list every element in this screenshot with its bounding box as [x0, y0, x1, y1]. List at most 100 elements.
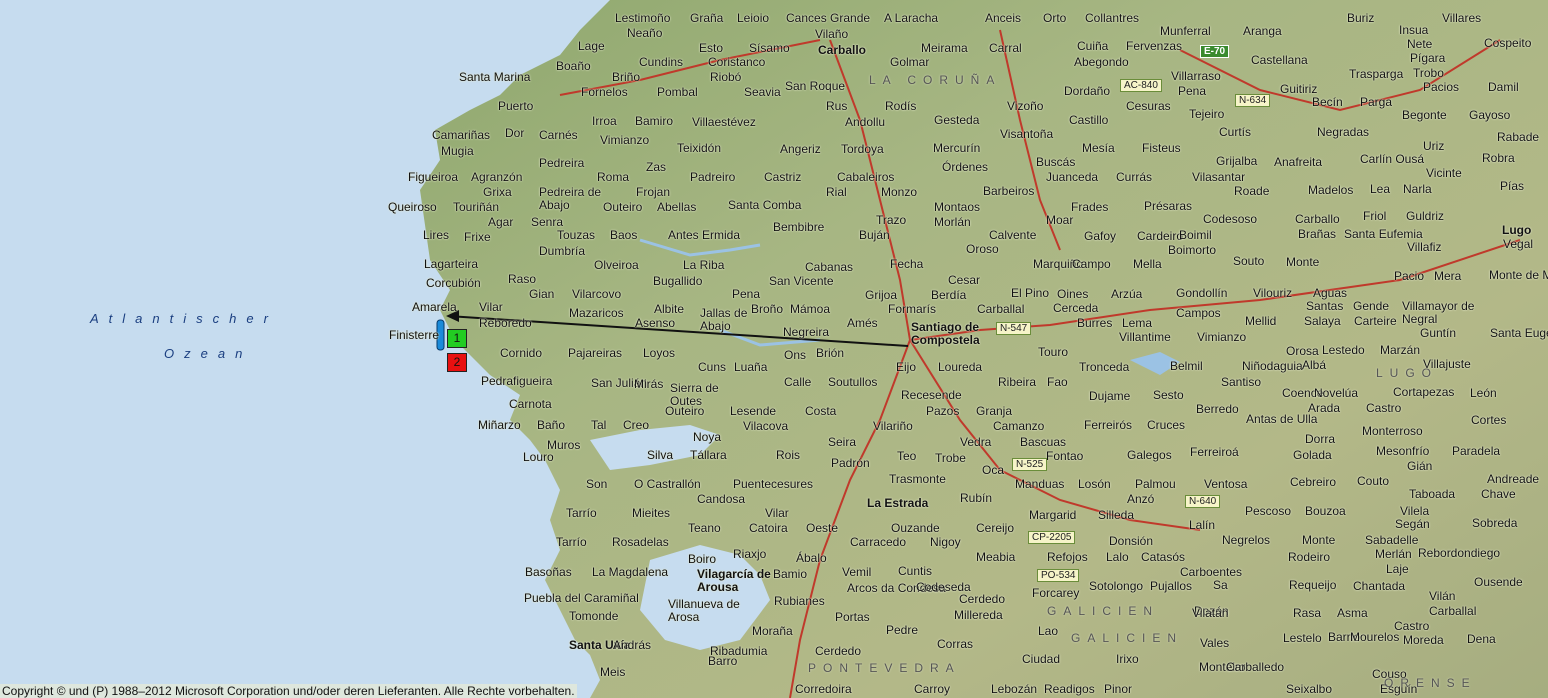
place-label: Órdenes	[942, 160, 989, 174]
place-label: Loureda	[938, 360, 983, 374]
place-label: Pajareiras	[568, 346, 623, 360]
place-label: Santiago de Compostela	[911, 320, 980, 347]
place-label: Ciudad	[1022, 652, 1061, 666]
place-label: Mirás	[634, 377, 664, 391]
place-label: Leioio	[737, 11, 770, 25]
place-label: Brañas	[1298, 227, 1337, 241]
place-label: Andreade	[1487, 472, 1540, 486]
place-label: Lires	[423, 228, 450, 242]
place-label: Pombal	[657, 85, 698, 99]
place-label: Currás	[1116, 170, 1153, 184]
place-label: Ouzande	[891, 521, 940, 535]
place-label: Gayoso	[1469, 108, 1511, 122]
region-label: GALICIEN	[1071, 631, 1184, 645]
place-label: Cebreiro	[1290, 475, 1337, 489]
place-label: Belmil	[1170, 359, 1203, 373]
place-label: Cuiña	[1077, 39, 1109, 53]
place-label: Cospeito	[1484, 36, 1532, 50]
place-label: Meis	[600, 665, 626, 679]
place-label: Cerdedo	[959, 592, 1006, 606]
place-label: Barro	[708, 654, 738, 668]
place-label: Roade	[1234, 184, 1270, 198]
place-label: Lea	[1370, 182, 1391, 196]
place-label: Vilacova	[743, 419, 789, 433]
place-label: Palmou	[1135, 477, 1176, 491]
place-label: Juanceda	[1046, 170, 1099, 184]
place-label: Nete	[1407, 37, 1433, 51]
place-label: Catoira	[749, 521, 788, 535]
place-label: Seavia	[744, 85, 781, 99]
place-label: Orosa	[1286, 344, 1319, 358]
place-label: Cereijo	[976, 521, 1015, 535]
place-label: Cundins	[639, 55, 684, 69]
place-label: Irroa	[592, 114, 617, 128]
place-label: Carboentes	[1180, 565, 1243, 579]
place-label: Lestimoño	[615, 11, 671, 25]
place-label: Castillo	[1069, 113, 1109, 127]
place-label: Refojos	[1047, 550, 1088, 564]
road-shield: N-640	[1185, 495, 1221, 508]
place-label: Ábalo	[796, 551, 827, 565]
place-label: Monterroso	[1362, 424, 1423, 438]
place-label: Portas	[835, 610, 870, 624]
place-label: Tejeiro	[1189, 107, 1225, 121]
place-label: Cortes	[1471, 413, 1507, 427]
place-label: Corcubión	[426, 276, 481, 290]
place-label: Berdía	[931, 288, 967, 302]
place-label: Carteire	[1354, 314, 1397, 328]
place-label: Bembibre	[773, 220, 825, 234]
place-label: Mámoa	[790, 302, 831, 316]
route-marker-2[interactable]: 2	[447, 353, 467, 372]
place-label: Castriz	[764, 170, 802, 184]
place-label: Villantime	[1119, 330, 1171, 344]
place-label: Fontao	[1046, 449, 1084, 463]
place-label: Merlán	[1375, 547, 1412, 561]
place-label: Miñarzo	[478, 418, 521, 432]
place-label: Rois	[776, 448, 801, 462]
place-label: Visantoña	[1000, 127, 1054, 141]
place-label: Puerto	[498, 99, 534, 113]
place-label: Monte	[1302, 533, 1336, 547]
place-label: Donsión	[1109, 534, 1154, 548]
place-label: La Riba	[683, 258, 725, 272]
place-label: Damil	[1488, 80, 1519, 94]
road-shield: AC-840	[1120, 79, 1162, 92]
place-label: Pinor	[1104, 682, 1133, 696]
place-label: Outeiro	[603, 200, 643, 214]
place-label: Luaña	[734, 360, 768, 374]
place-label: Graña	[690, 11, 724, 25]
place-label: Manduas	[1015, 477, 1065, 491]
place-label: Rial	[826, 185, 847, 199]
place-label: Dor	[505, 126, 525, 140]
map-canvas[interactable]: Lestimoño Neaño Graña Leioio Cances Grande A …	[0, 0, 1548, 698]
place-label: Corredoira	[795, 682, 852, 696]
place-label: Puentecesures	[733, 477, 814, 491]
place-label: Mellid	[1245, 314, 1277, 328]
place-label: Carballal	[1429, 604, 1477, 618]
place-label: Narla	[1403, 182, 1432, 196]
place-label: Berredo	[1196, 402, 1239, 416]
place-label: Ferreiroá	[1190, 445, 1239, 459]
place-label: Bamiro	[635, 114, 674, 128]
place-label: Golada	[1293, 448, 1332, 462]
place-label: Cesar	[948, 273, 981, 287]
place-label: Mesonfrío	[1376, 444, 1430, 458]
place-label: Fisteus	[1142, 141, 1181, 155]
place-label: Cornido	[500, 346, 543, 360]
place-label: Mugia	[441, 144, 474, 158]
route-marker-1[interactable]: 1	[447, 329, 467, 348]
place-label: Vilagarcía de Arousa	[697, 567, 771, 594]
place-label: Tomonde	[569, 609, 619, 623]
place-label: Amés	[847, 316, 878, 330]
place-label: Eijo	[896, 360, 917, 374]
place-label: Lebozán	[991, 682, 1038, 696]
place-label: Friol	[1363, 209, 1387, 223]
place-label: Insua	[1399, 23, 1429, 37]
place-label: Monte de Meda	[1489, 268, 1548, 282]
place-label: Boimorto	[1168, 243, 1217, 257]
copyright-notice: Copyright © und (P) 1988–2012 Microsoft …	[0, 684, 577, 698]
place-label: Pena	[1178, 84, 1207, 98]
place-label: Mourelos	[1350, 630, 1400, 644]
place-label: León	[1470, 386, 1497, 400]
place-label: Meirama	[921, 41, 968, 55]
